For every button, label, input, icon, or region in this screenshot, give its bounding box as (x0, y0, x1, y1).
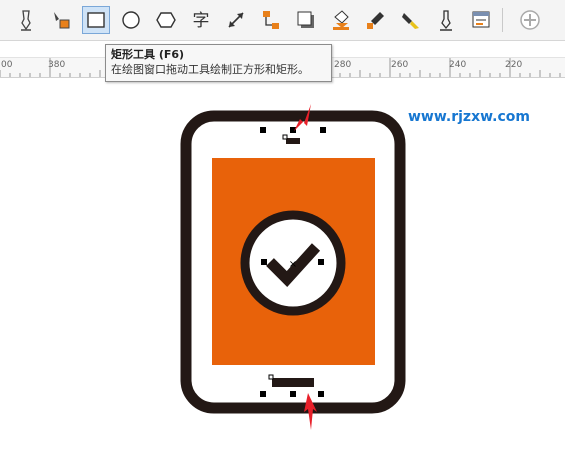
center-marker-icon: × (289, 259, 297, 270)
bottom-home-bar[interactable] (272, 378, 314, 387)
rectangle-tool-tooltip: 矩形工具 (F6) 在绘图窗口拖动工具绘制正方形和矩形。 (105, 44, 332, 82)
selection-handle[interactable] (320, 127, 326, 133)
selection-handle[interactable] (318, 391, 324, 397)
watermark-text: www.rjzxw.com (408, 109, 530, 125)
origin-handle[interactable] (282, 134, 288, 140)
origin-handle[interactable] (268, 374, 274, 380)
selection-handle[interactable] (261, 259, 267, 265)
top-speaker-bar[interactable] (286, 138, 300, 144)
tooltip-description: 在绘图窗口拖动工具绘制正方形和矩形。 (111, 63, 309, 76)
selection-handle[interactable] (290, 391, 296, 397)
tooltip-title: 矩形工具 (F6) (111, 48, 185, 61)
selection-handle[interactable] (318, 259, 324, 265)
selection-handle[interactable] (290, 127, 296, 133)
selection-handle[interactable] (260, 391, 266, 397)
selection-handle[interactable] (260, 127, 266, 133)
